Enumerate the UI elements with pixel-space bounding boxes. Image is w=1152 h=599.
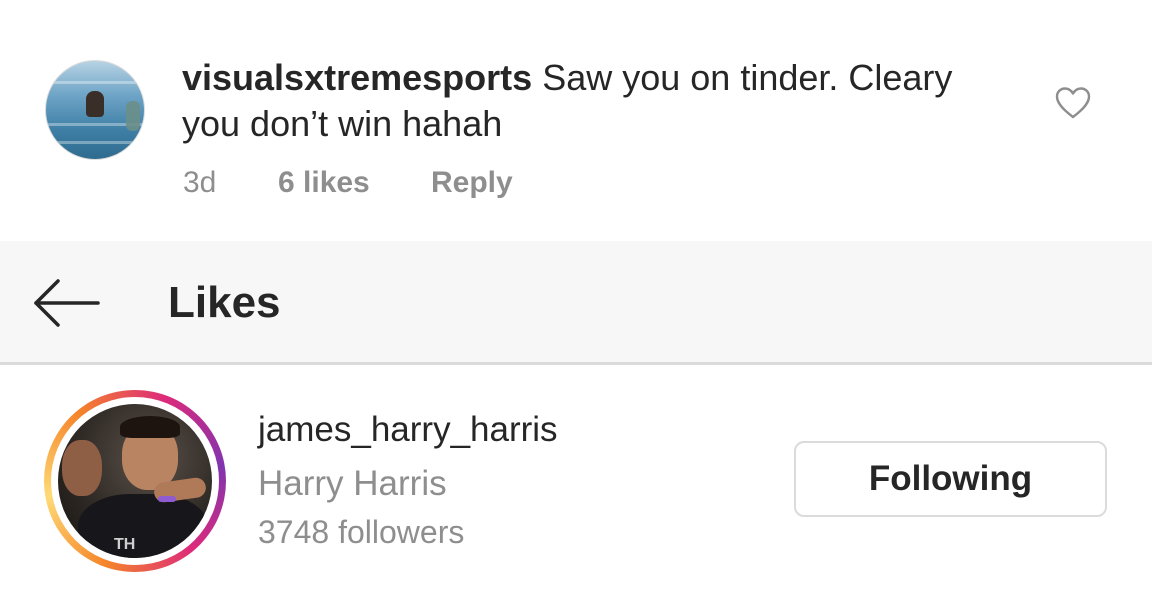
avatar-wave (46, 141, 144, 144)
liker-followers-count: 3748 followers (258, 514, 465, 550)
liker-full-name: Harry Harris (258, 464, 447, 503)
comment-item: visualsxtremesports Saw you on tinder. C… (0, 0, 1152, 241)
avatar-shirt (78, 494, 208, 558)
avatar-figure (86, 91, 104, 117)
commenter-username[interactable]: visualsxtremesports (182, 57, 532, 98)
avatar-shirt-text: TH (114, 536, 136, 553)
comment-body: visualsxtremesports Saw you on tinder. C… (182, 55, 1012, 147)
avatar: TH (58, 404, 212, 558)
avatar-wave (46, 81, 144, 84)
list-item[interactable]: TH james_harry_harris Harry Harris 3748 … (0, 368, 1152, 599)
commenter-avatar[interactable] (45, 60, 145, 160)
comment-time: 3d (183, 166, 217, 199)
following-button[interactable]: Following (794, 441, 1107, 517)
avatar-border: TH (51, 397, 219, 565)
avatar-wristband (158, 496, 176, 502)
liker-username[interactable]: james_harry_harris (258, 408, 558, 452)
avatar-face (62, 440, 102, 496)
likes-header: Likes (0, 241, 1152, 365)
avatar-figure (126, 101, 140, 131)
avatar-hair (120, 416, 180, 438)
reply-button[interactable]: Reply (431, 165, 513, 201)
page: visualsxtremesports Saw you on tinder. C… (0, 0, 1152, 599)
story-ring[interactable]: TH (44, 390, 226, 572)
page-title: Likes (168, 278, 281, 327)
comment-likes-count[interactable]: 6 likes (278, 165, 370, 201)
arrow-left-icon[interactable] (28, 275, 104, 331)
heart-outline-icon[interactable] (1055, 86, 1091, 120)
